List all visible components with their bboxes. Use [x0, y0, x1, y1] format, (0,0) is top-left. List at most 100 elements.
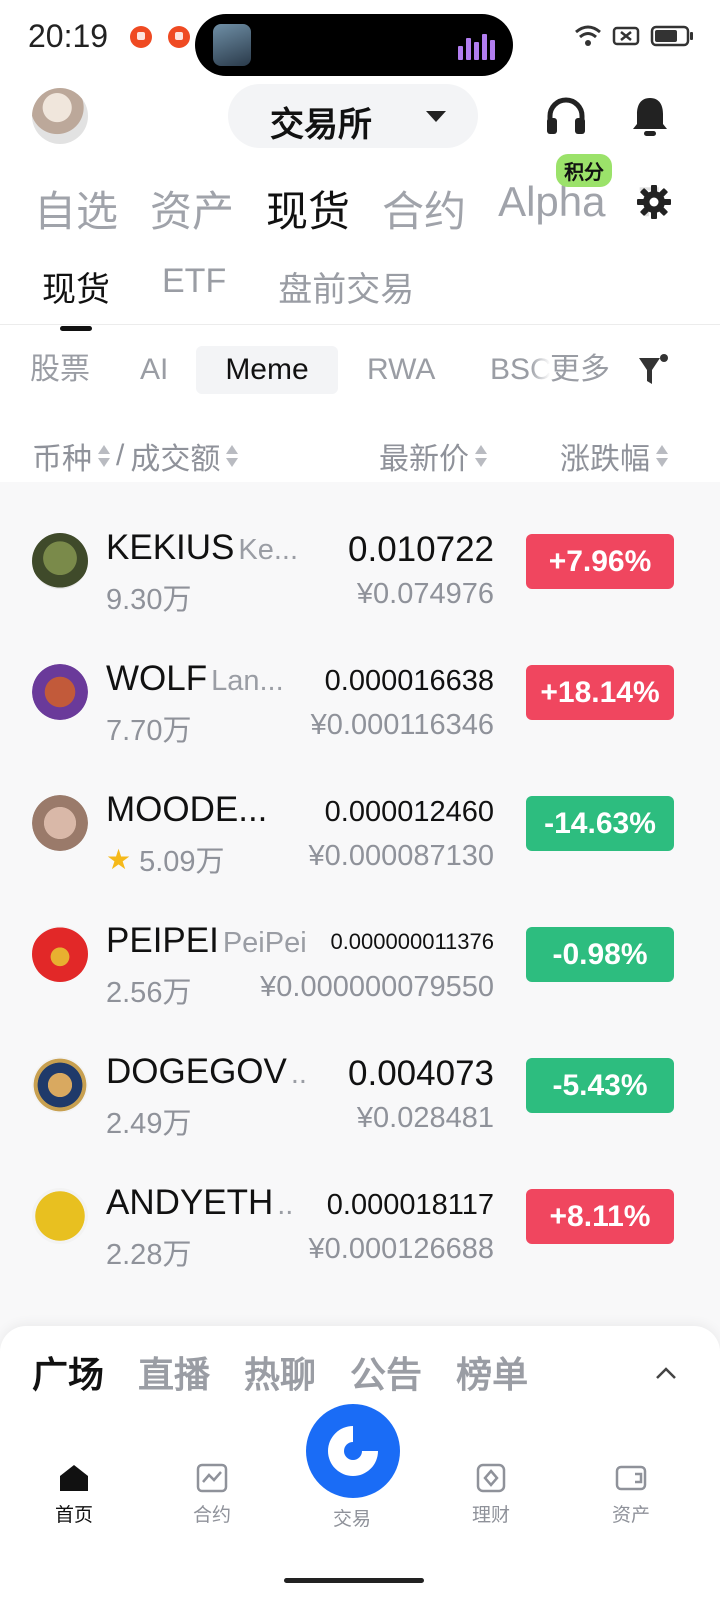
nav-home-label: 首页 [54, 1505, 93, 1526]
main-tabs: 自选 资产 现货 合约 Alpha 积分 7 [34, 154, 661, 235]
sheet-tab-live[interactable]: 直播 [138, 1346, 210, 1398]
chevron-up-icon[interactable] [654, 1362, 678, 1386]
nav-earn-label: 理财 [471, 1505, 510, 1526]
settings-gear-icon[interactable] [636, 184, 672, 220]
subtab-premarket[interactable]: 盘前交易 [278, 262, 414, 311]
wallet-icon [615, 1465, 647, 1491]
exchange-switcher[interactable]: 交易所 [228, 84, 478, 148]
nav-trade-label[interactable]: 交易 [312, 1504, 392, 1531]
bottom-nav: 首页 合约 交易 理财 资产 [0, 1404, 720, 1554]
andyeth-coin-icon [32, 1188, 88, 1244]
moodeng-coin-icon [32, 795, 88, 851]
chip-rwa[interactable]: RWA [367, 346, 435, 394]
tab-spot[interactable]: 现货 [266, 178, 350, 235]
row-symbol: KEKIUS Ke... [106, 528, 299, 567]
dogegov-coin-icon [32, 1057, 88, 1113]
market-row[interactable]: MOODE... ★ 5.09万 0.000012460 ¥0.000087130… [0, 768, 720, 899]
market-row[interactable]: DOGEGOV.. 2.49万 0.004073 ¥0.028481 -5.43… [0, 1030, 720, 1161]
chip-ai[interactable]: AI [140, 346, 168, 394]
subtab-spot[interactable]: 现货 [42, 262, 110, 331]
row-price: 0.000018117 [326, 1189, 494, 1221]
row-price: 0.010722 [348, 530, 494, 569]
row-price-cny: ¥0.000126688 [308, 1233, 494, 1265]
sheet-tab-square[interactable]: 广场 [32, 1346, 104, 1398]
exchange-label: 交易所 [270, 106, 372, 144]
row-price-cny: ¥0.028481 [356, 1102, 494, 1134]
row-volume: 2.56万 [106, 977, 192, 1009]
sub-tabs: 现货 ETF 盘前交易 [42, 262, 414, 331]
status-time: 20:19 [28, 18, 109, 54]
market-row[interactable]: WOLF Lan... 7.70万 0.000016638 ¥0.00011634… [0, 637, 720, 768]
headset-icon[interactable] [544, 94, 588, 138]
trade-fab[interactable] [306, 1404, 400, 1498]
points-badge: 积分 [556, 154, 613, 187]
sheet-tab-rankings[interactable]: 榜单 [456, 1346, 528, 1398]
market-list: KEKIUS Ke... 9.30万 0.010722 ¥0.074976 +7.… [0, 482, 720, 1352]
tab-futures[interactable]: 合约 [382, 178, 466, 235]
caret-down-icon [426, 111, 446, 122]
market-row[interactable]: PEIPEI PeiPei 2.56万 0.000000011376 ¥0.000… [0, 899, 720, 1030]
battery-icon [650, 25, 693, 47]
column-coin-volume[interactable]: 币种 / 成交额 [32, 434, 239, 478]
wolf-coin-icon [32, 664, 88, 720]
dynamic-island[interactable] [195, 14, 513, 76]
sort-icon [226, 444, 239, 468]
market-row[interactable]: ANDYETH.. 2.28万 0.000018117 ¥0.000126688… [0, 1161, 720, 1292]
row-symbol: ANDYETH.. [106, 1183, 294, 1222]
market-row[interactable]: KEKIUS Ke... 9.30万 0.010722 ¥0.074976 +7.… [0, 506, 720, 637]
nav-home[interactable]: 首页 [34, 1462, 114, 1527]
row-volume: 9.30万 [106, 584, 192, 616]
peipei-coin-icon [32, 926, 88, 982]
row-symbol: DOGEGOV.. [106, 1052, 307, 1091]
column-price-label: 最新价 [379, 443, 469, 476]
home-icon [60, 1465, 88, 1491]
nav-futures[interactable]: 合约 [172, 1462, 252, 1527]
app-notification-icon [130, 26, 152, 48]
status-bar: 20:19 [0, 0, 720, 78]
kekius-coin-icon [32, 533, 88, 589]
audio-visualizer-icon [458, 34, 495, 60]
row-change-badge: +18.14% [526, 665, 674, 720]
row-price-cny: ¥0.000116346 [310, 709, 494, 741]
nav-earn[interactable]: 理财 [451, 1462, 531, 1527]
row-volume: 2.28万 [106, 1239, 192, 1271]
sort-icon [98, 444, 110, 468]
nav-assets-label: 资产 [611, 1505, 650, 1526]
column-change[interactable]: 涨跌幅 [560, 434, 668, 478]
row-price-cny: ¥0.000000079550 [260, 971, 494, 1003]
chip-stocks[interactable]: 股票 [30, 346, 90, 394]
tab-alpha[interactable]: Alpha 积分 [498, 154, 613, 228]
column-separator: / [116, 439, 125, 472]
app-notification-icon [168, 26, 190, 48]
row-symbol: WOLF Lan... [106, 659, 284, 698]
column-price[interactable]: 最新价 [379, 434, 487, 478]
column-change-label: 涨跌幅 [560, 443, 650, 476]
chip-meme[interactable]: Meme [196, 346, 338, 394]
sort-icon [656, 444, 668, 468]
row-price-cny: ¥0.074976 [356, 578, 494, 610]
notification-bell-icon[interactable] [628, 94, 672, 138]
row-change-badge: +7.96% [526, 534, 674, 589]
tab-assets[interactable]: 资产 [150, 178, 234, 235]
divider [0, 324, 720, 325]
media-thumbnail [213, 24, 251, 66]
chart-icon [196, 1463, 228, 1493]
column-coin-label: 币种 [32, 443, 92, 476]
sheet-tab-announcements[interactable]: 公告 [350, 1346, 422, 1398]
tab-watchlist[interactable]: 自选 [34, 178, 118, 235]
trade-logo-icon [328, 1426, 378, 1476]
sheet-tab-hot-chat[interactable]: 热聊 [244, 1346, 316, 1398]
earn-icon [476, 1463, 506, 1493]
row-change-badge: +8.11% [526, 1189, 674, 1244]
row-change-badge: -5.43% [526, 1058, 674, 1113]
subtab-etf[interactable]: ETF [162, 262, 226, 311]
filter-icon[interactable] [636, 352, 670, 388]
chip-more[interactable]: 更多 [530, 346, 622, 394]
favorite-star-icon[interactable]: ★ [106, 843, 131, 876]
column-volume-label: 成交额 [130, 443, 221, 476]
row-change-badge: -0.98% [526, 927, 674, 982]
row-volume: ★ 5.09万 [106, 843, 225, 879]
user-avatar[interactable] [32, 88, 88, 144]
nav-assets[interactable]: 资产 [591, 1462, 671, 1527]
home-indicator[interactable] [284, 1578, 424, 1583]
